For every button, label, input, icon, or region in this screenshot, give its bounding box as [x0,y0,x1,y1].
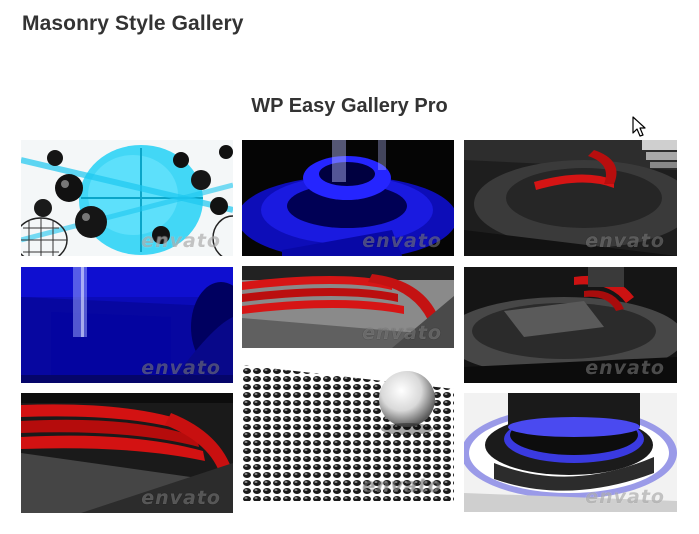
mouse-cursor-icon [632,116,646,137]
cyan-spheres-image [21,140,233,256]
black-dots-chrome-sphere-image [242,359,454,501]
gallery-image-6[interactable]: envato [464,267,677,383]
gallery-image-7[interactable]: envato [21,393,233,513]
red-stacked-rings-image [242,266,454,348]
page-title: Masonry Style Gallery [22,12,244,35]
blue-wall-image [21,267,233,383]
red-arcs-closeup-image [21,393,233,513]
gallery-image-2[interactable]: envato [242,140,454,256]
gallery-image-5[interactable]: envato [242,266,454,348]
gallery-image-8[interactable]: envato [242,359,454,501]
glowing-blue-rings-image [464,393,677,512]
gallery-title: WP Easy Gallery Pro [251,95,448,117]
dark-red-arc-image [464,140,677,256]
gallery-image-3[interactable]: envato [464,140,677,256]
gallery-image-1[interactable]: envato [21,140,233,256]
gray-disc-red-arc-image [464,267,677,383]
blue-rings-image [242,140,454,256]
gallery-image-9[interactable]: envato [464,393,677,512]
gallery-image-4[interactable]: envato [21,267,233,383]
